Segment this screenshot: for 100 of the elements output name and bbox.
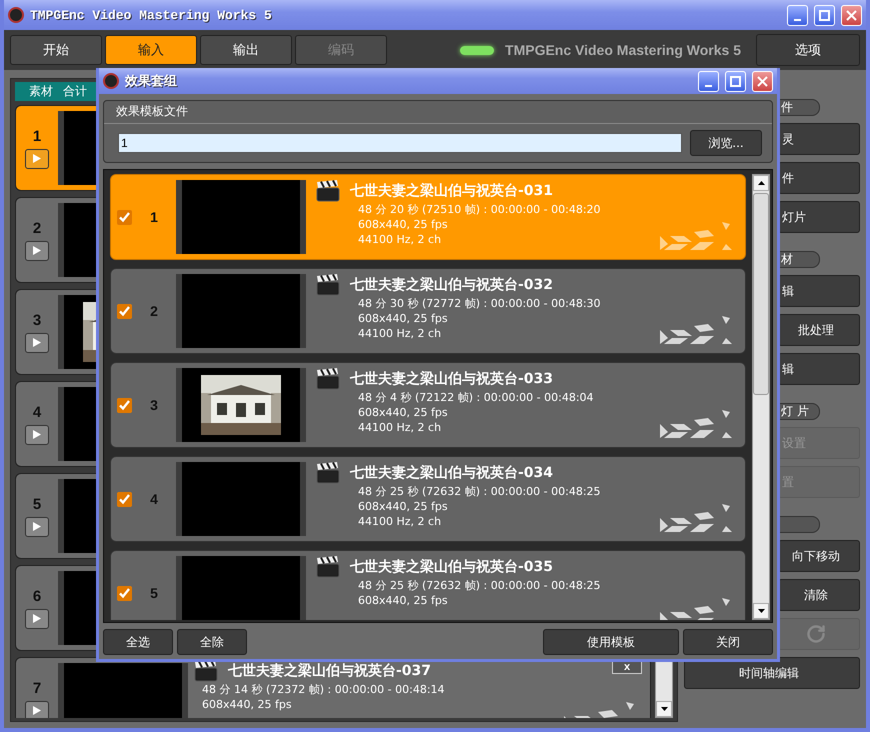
clapperboard-icon (316, 180, 340, 202)
clip-title: 七世夫妻之梁山伯与祝英台-032 (350, 276, 554, 294)
clip-title: 七世夫妻之梁山伯与祝英台-033 (350, 370, 554, 388)
app-icon (103, 73, 119, 89)
play-icon (33, 338, 41, 347)
status-lamp-icon (460, 46, 494, 54)
maximize-icon (730, 76, 741, 86)
clapperboard-icon (316, 274, 340, 296)
tab[interactable]: 开始 (10, 35, 102, 65)
clip-checkbox[interactable] (117, 304, 132, 318)
play-button[interactable] (25, 608, 49, 628)
panel-button[interactable]: 件 (778, 162, 860, 194)
clip-number: 3 (149, 397, 159, 413)
group-title: 效果模板文件 (104, 101, 772, 124)
clip-info: 608x440, 25 fps (357, 217, 448, 232)
scrollbar-thumb[interactable] (753, 193, 769, 395)
dialog-button[interactable]: 关闭 (683, 629, 773, 655)
play-button[interactable] (25, 700, 49, 718)
play-icon (33, 614, 41, 623)
clip-checkbox[interactable] (117, 586, 132, 600)
clip-info: 44100 Hz, 2 ch (357, 420, 442, 435)
clip-info: 608x440, 25 fps (357, 499, 448, 514)
clip-checkbox[interactable] (117, 210, 132, 224)
play-button[interactable] (25, 148, 49, 168)
clip-info: 48 分 4 秒 (72122 帧) : 00:00:00 - 00:48:04 (357, 390, 594, 405)
clapperboard-icon (316, 462, 340, 484)
dialog-title: 效果套组 (125, 73, 178, 90)
clip-title: 七世夫妻之梁山伯与祝英台-034 (350, 464, 554, 482)
play-icon (33, 706, 41, 715)
maximize-button[interactable] (814, 4, 835, 26)
clip-info: 608x440, 25 fps (357, 405, 448, 420)
clip-number: 4 (149, 491, 159, 507)
group-label-text: 灯 片 (780, 403, 809, 420)
scroll-down-button[interactable] (753, 603, 769, 619)
tab[interactable]: 输入 (105, 35, 197, 65)
panel-button[interactable]: 辑 (778, 353, 860, 385)
clip-info: 44100 Hz, 2 ch (357, 232, 442, 247)
clip-info: 608x440, 25 fps (201, 697, 292, 712)
item-number: 3 (32, 312, 42, 328)
clip-number: 1 (149, 209, 159, 225)
dialog-button[interactable]: 使用模板 (543, 629, 679, 655)
tab[interactable]: 输出 (200, 35, 292, 65)
clip-info: 48 分 14 秒 (72372 帧) : 00:00:00 - 00:48:14 (201, 682, 445, 697)
play-button[interactable] (25, 332, 49, 352)
clip-info: 48 分 20 秒 (72510 帧) : 00:00:00 - 00:48:20 (357, 202, 601, 217)
header-label: 合计 (63, 83, 87, 100)
window-title: TMPGEnc Video Mastering Works 5 (30, 8, 273, 22)
scrollbar[interactable] (752, 174, 770, 620)
panel-button[interactable]: 向下移动 (778, 540, 860, 572)
clip-title: 七世夫妻之梁山伯与祝英台-031 (350, 182, 554, 200)
scroll-down-button[interactable] (656, 701, 672, 717)
maximize-button[interactable] (725, 70, 746, 92)
browse-button[interactable]: 浏览... (690, 130, 762, 156)
panel-button[interactable]: 时间轴编辑 (684, 657, 860, 689)
template-file-field[interactable]: 1 (118, 133, 682, 153)
item-number: 7 (32, 680, 42, 696)
dialog-button[interactable]: 全选 (103, 629, 173, 655)
panel-button[interactable]: 辑 (778, 275, 860, 307)
group-label-text: 材 (780, 251, 793, 268)
play-icon (33, 154, 41, 163)
panel-button[interactable]: 批处理 (778, 314, 860, 346)
play-icon (33, 246, 41, 255)
scroll-up-button[interactable] (753, 175, 769, 191)
maximize-icon (819, 10, 830, 20)
clip-info: 44100 Hz, 2 ch (357, 514, 442, 529)
close-icon (846, 10, 857, 20)
clip-info: 48 分 30 秒 (72772 帧) : 00:00:00 - 00:48:30 (357, 296, 601, 311)
clip-info: 48 分 25 秒 (72632 帧) : 00:00:00 - 00:48:25 (357, 578, 601, 593)
group-label-text: 件 (780, 99, 793, 116)
header-label: 素材 (29, 83, 53, 100)
clip-checkbox[interactable] (117, 398, 132, 412)
clip-checkbox[interactable] (117, 492, 132, 506)
item-number: 2 (32, 220, 42, 236)
options-button[interactable]: 选项 (756, 34, 860, 66)
clip-info: 608x440, 25 fps (357, 311, 448, 326)
clip-info: 44100 Hz, 2 ch (357, 326, 442, 341)
play-button[interactable] (25, 240, 49, 260)
panel-button[interactable]: 灯片 (778, 201, 860, 233)
panel-button[interactable]: 清除 (778, 579, 860, 611)
clip-title: 七世夫妻之梁山伯与祝英台-037 (228, 662, 432, 680)
minimize-icon (705, 85, 712, 87)
clapperboard-icon (316, 556, 340, 578)
group-label (778, 516, 820, 533)
close-button[interactable] (841, 4, 862, 26)
dialog-button[interactable]: 全除 (177, 629, 247, 655)
minimize-button[interactable] (698, 70, 719, 92)
play-button[interactable] (25, 516, 49, 536)
play-button[interactable] (25, 424, 49, 444)
source-item[interactable]: 7 七世夫妻之梁山伯与祝英台-037 48 分 14 秒 (72372 帧) : 00:00:00 - 00:48:14 608x440, 25 fps x (15, 657, 651, 718)
close-button[interactable] (752, 70, 773, 92)
clip-info: 608x440, 25 fps (357, 593, 448, 608)
minimize-button[interactable] (787, 4, 808, 26)
panel-button[interactable]: 灵 (778, 123, 860, 155)
refresh-icon (806, 624, 826, 644)
down-arrow-icon (758, 609, 764, 613)
item-number: 5 (32, 496, 42, 512)
close-icon (757, 76, 768, 86)
brand-text: TMPGEnc Video Mastering Works 5 (505, 42, 741, 58)
item-number: 6 (32, 588, 42, 604)
play-icon (33, 522, 41, 531)
